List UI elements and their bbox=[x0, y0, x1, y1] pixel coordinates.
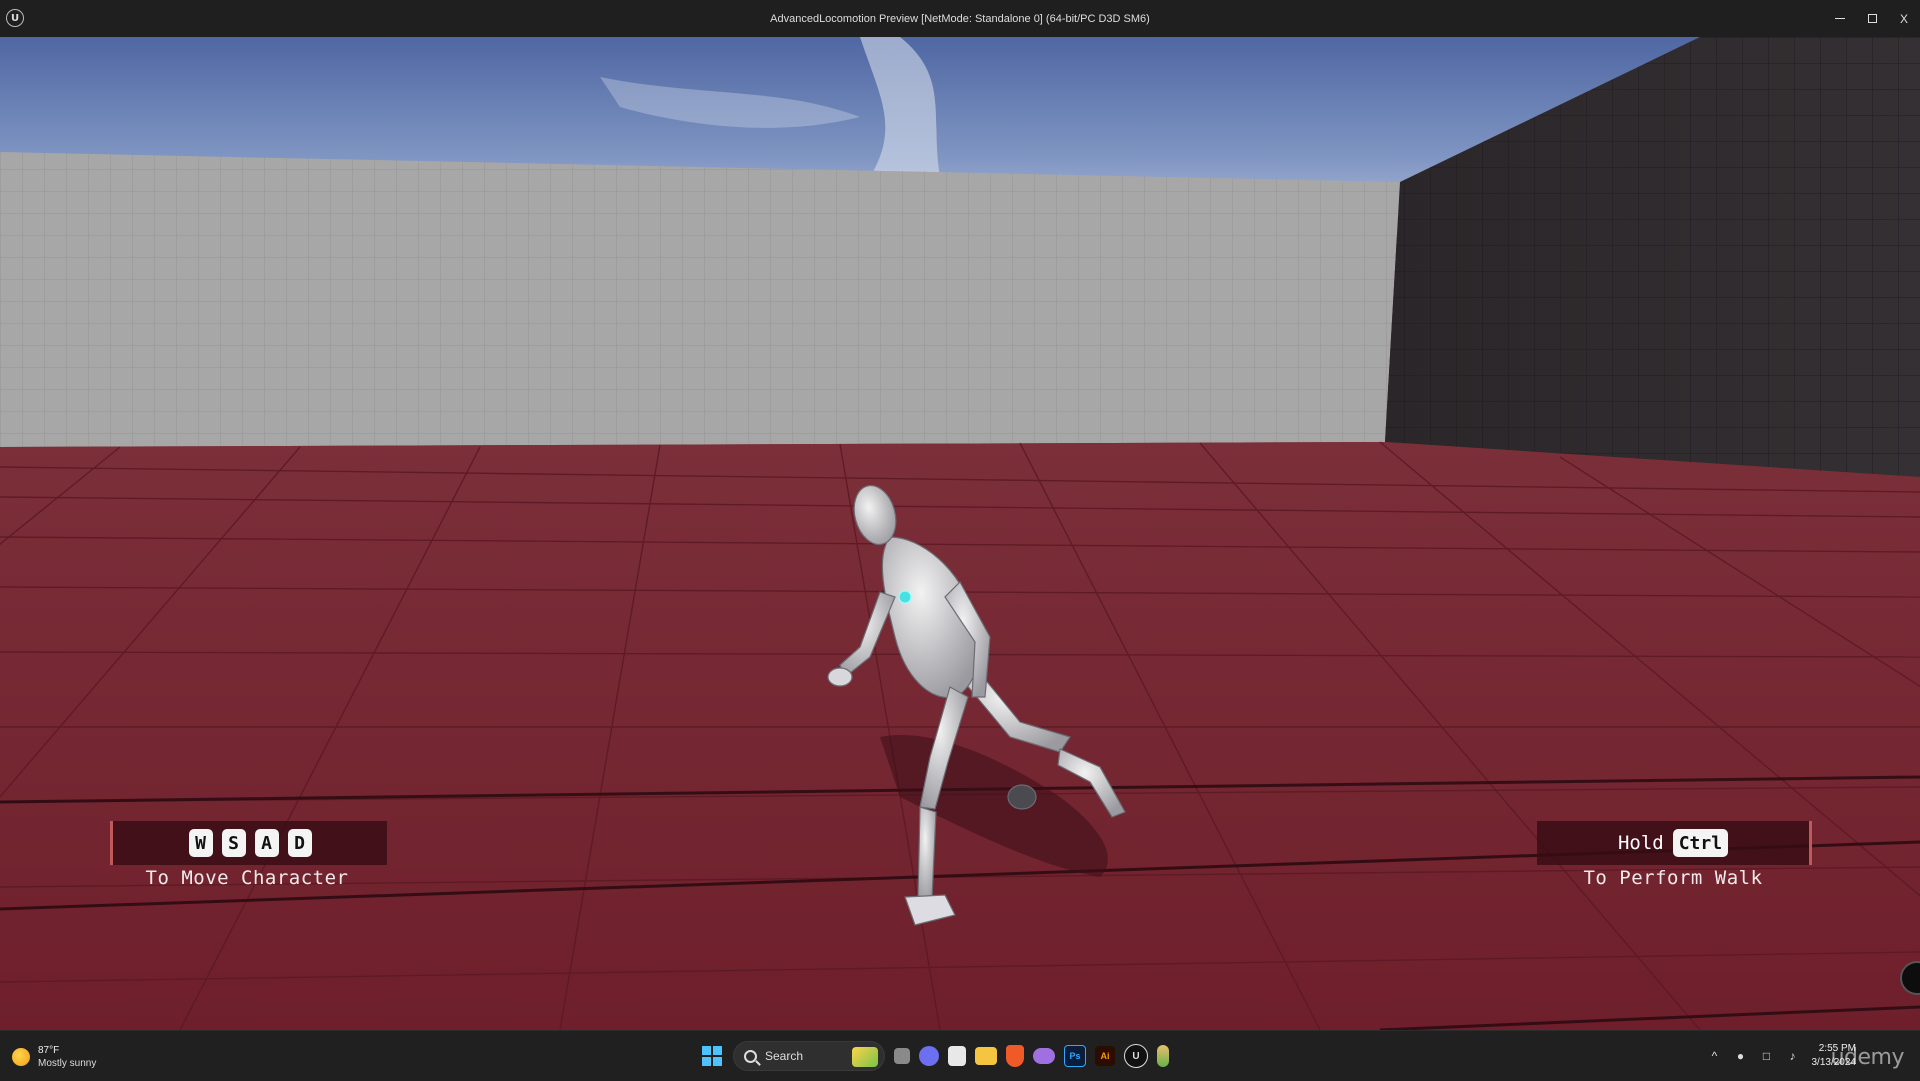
file-explorer-icon[interactable] bbox=[975, 1047, 997, 1065]
start-button[interactable] bbox=[700, 1044, 724, 1068]
floor bbox=[0, 442, 1920, 1030]
hud-hold-label: Hold bbox=[1617, 832, 1664, 854]
windows-icon bbox=[702, 1046, 722, 1066]
network-icon[interactable]: □ bbox=[1760, 1049, 1774, 1063]
maximize-button[interactable] bbox=[1856, 0, 1888, 37]
window-title-bar: U AdvancedLocomotion Preview [NetMode: S… bbox=[0, 0, 1920, 37]
game-controller-icon[interactable] bbox=[1033, 1048, 1055, 1064]
minimize-icon bbox=[1835, 18, 1845, 19]
window-controls: X bbox=[1824, 0, 1920, 37]
key-w: W bbox=[188, 829, 213, 857]
hud-walk-caption: To Perform Walk bbox=[1583, 867, 1763, 889]
photoshop-icon[interactable]: Ps bbox=[1064, 1045, 1086, 1067]
maximize-icon bbox=[1867, 14, 1877, 23]
taskbar: 87°F Mostly sunny Search Ps Ai U ^ ● □ ♪… bbox=[0, 1030, 1920, 1081]
udemy-watermark: udemy bbox=[1830, 1045, 1905, 1070]
search-label: Search bbox=[765, 1049, 804, 1063]
chat-icon[interactable] bbox=[919, 1046, 939, 1066]
key-ctrl: Ctrl bbox=[1672, 829, 1729, 857]
unreal-engine-icon: U bbox=[6, 9, 24, 27]
close-icon: X bbox=[1899, 11, 1908, 26]
close-button[interactable]: X bbox=[1888, 0, 1920, 37]
key-d: D bbox=[287, 829, 312, 857]
illustrator-icon[interactable]: Ai bbox=[1095, 1046, 1115, 1066]
unreal-engine-taskbar-icon[interactable]: U bbox=[1124, 1044, 1148, 1068]
microphone-icon[interactable]: ● bbox=[1734, 1049, 1748, 1063]
game-viewport[interactable]: W S A D To Move Character Hold Ctrl To P… bbox=[0, 37, 1920, 1030]
volume-icon[interactable]: ♪ bbox=[1786, 1049, 1800, 1063]
key-s: S bbox=[221, 829, 246, 857]
search-icon bbox=[744, 1049, 757, 1063]
task-view-icon[interactable] bbox=[894, 1048, 910, 1064]
hud-move-caption: To Move Character bbox=[145, 867, 349, 889]
store-icon[interactable] bbox=[948, 1046, 966, 1066]
weather-widget[interactable]: 87°F Mostly sunny bbox=[12, 1044, 96, 1070]
hud-move-panel: W S A D bbox=[110, 821, 387, 865]
extra-app-icon[interactable] bbox=[1157, 1045, 1169, 1067]
taskbar-apps: Search Ps Ai U bbox=[700, 1040, 1169, 1072]
key-a: A bbox=[254, 829, 279, 857]
window-title: AdvancedLocomotion Preview [NetMode: Sta… bbox=[770, 12, 1150, 25]
taskbar-search[interactable]: Search bbox=[733, 1041, 885, 1071]
sun-icon bbox=[12, 1048, 30, 1066]
weather-temperature: 87°F bbox=[38, 1045, 60, 1056]
minimize-button[interactable] bbox=[1824, 0, 1856, 37]
chevron-up-icon[interactable]: ^ bbox=[1708, 1049, 1722, 1063]
weather-description: Mostly sunny bbox=[38, 1058, 97, 1069]
hud-walk-panel: Hold Ctrl bbox=[1537, 821, 1812, 865]
brave-icon[interactable] bbox=[1006, 1045, 1024, 1067]
search-highlight-icon bbox=[852, 1047, 878, 1067]
